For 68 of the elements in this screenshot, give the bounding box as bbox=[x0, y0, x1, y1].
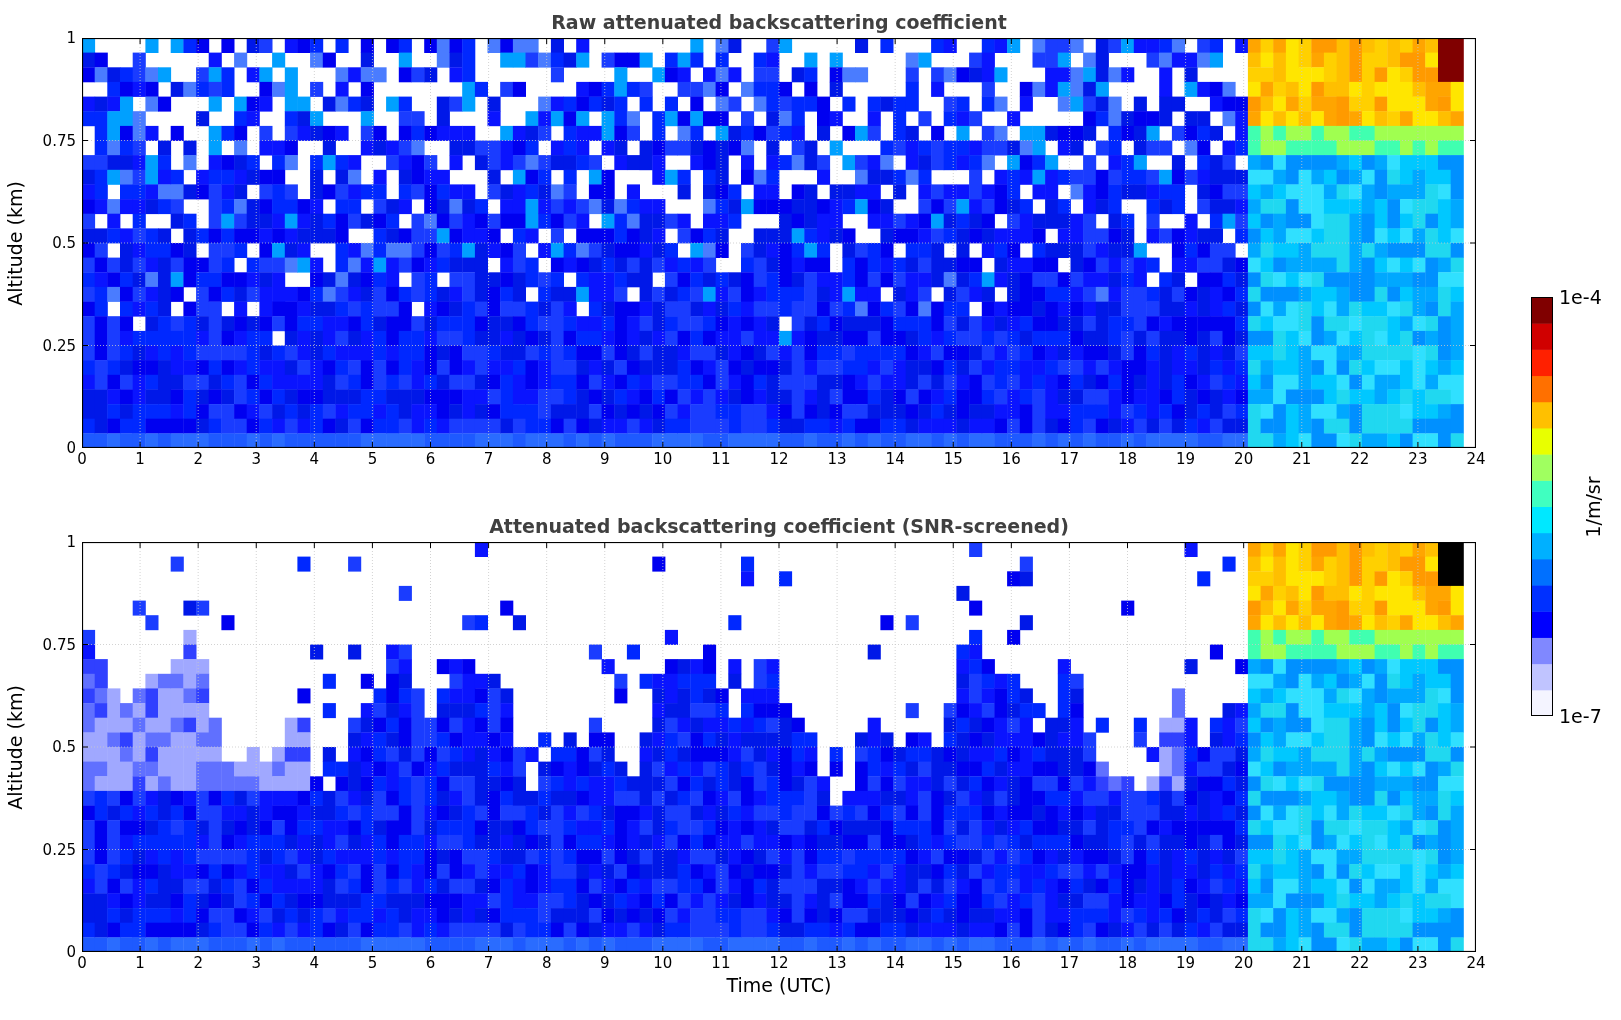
tick-label: 10 bbox=[653, 956, 673, 971]
tick-label: 21 bbox=[1292, 956, 1312, 971]
tick-label: 24 bbox=[1466, 956, 1486, 971]
tick-label: 8 bbox=[541, 452, 552, 467]
tick-label: 8 bbox=[541, 956, 552, 971]
tick-label: 11 bbox=[711, 452, 731, 467]
axis-label: Altitude (km) bbox=[5, 180, 25, 306]
tick-label: 16 bbox=[1001, 452, 1021, 467]
tick-label: 0.5 bbox=[52, 235, 76, 251]
tick-label: 23 bbox=[1408, 956, 1428, 971]
tick-label: 1 bbox=[135, 956, 145, 971]
tick-label: 0.25 bbox=[42, 338, 76, 353]
panel-title: Attenuated backscattering coefficient (SNR-screened) bbox=[488, 517, 1070, 536]
tick-label: 2 bbox=[193, 452, 203, 467]
tick-label: 16 bbox=[1001, 956, 1021, 971]
panel-title: Raw attenuated backscattering coefficient bbox=[550, 13, 1008, 32]
tick-label: 17 bbox=[1059, 452, 1079, 467]
tick-label: 11 bbox=[711, 956, 731, 971]
tick-label: 18 bbox=[1117, 956, 1138, 971]
tick-label: 7 bbox=[483, 452, 494, 467]
tick-label: 4 bbox=[309, 956, 320, 971]
tick-label: 20 bbox=[1234, 956, 1254, 971]
tick-label: 2 bbox=[193, 956, 203, 971]
tick-label: 9 bbox=[600, 956, 610, 971]
tick-label: 0 bbox=[77, 452, 87, 467]
tick-label: 0.25 bbox=[42, 842, 76, 857]
tick-label: 3 bbox=[251, 452, 261, 467]
tick-label: 10 bbox=[653, 452, 673, 467]
tick-label: 6 bbox=[425, 956, 436, 971]
tick-label: 9 bbox=[600, 452, 610, 467]
tick-label: 1 bbox=[66, 30, 76, 46]
tick-label: 23 bbox=[1408, 452, 1428, 467]
tick-label: 14 bbox=[885, 452, 905, 467]
tick-label: 17 bbox=[1059, 956, 1079, 971]
tick-label: 1e-7 bbox=[1559, 706, 1602, 726]
axis-label: 1/m/sr bbox=[1583, 475, 1603, 538]
tick-label: 4 bbox=[309, 452, 320, 467]
tick-label: 0 bbox=[66, 944, 76, 960]
tick-label: 13 bbox=[827, 956, 847, 971]
tick-label: 5 bbox=[367, 956, 378, 971]
tick-label: 12 bbox=[769, 956, 789, 971]
tick-label: 20 bbox=[1234, 452, 1254, 467]
tick-label: 3 bbox=[251, 956, 261, 971]
tick-label: 15 bbox=[943, 956, 963, 971]
tick-label: 0.5 bbox=[52, 739, 76, 755]
tick-label: 22 bbox=[1350, 956, 1370, 971]
tick-label: 1 bbox=[135, 452, 145, 467]
tick-label: 7 bbox=[483, 956, 494, 971]
tick-label: 0.75 bbox=[42, 637, 76, 652]
tick-label: 21 bbox=[1292, 452, 1312, 467]
tick-label: 1e-4 bbox=[1559, 287, 1602, 307]
axis-label: Time (UTC) bbox=[726, 974, 832, 996]
tick-label: 15 bbox=[943, 452, 963, 467]
tick-label: 13 bbox=[827, 452, 847, 467]
axis-label: Altitude (km) bbox=[5, 684, 25, 810]
tick-label: 18 bbox=[1117, 452, 1138, 467]
tick-label: 24 bbox=[1466, 452, 1486, 467]
tick-label: 19 bbox=[1176, 452, 1196, 467]
tick-label: 12 bbox=[769, 452, 789, 467]
tick-label: 14 bbox=[885, 956, 905, 971]
tick-label: 0 bbox=[66, 440, 76, 456]
tick-label: 6 bbox=[425, 452, 436, 467]
tick-label: 1 bbox=[66, 534, 76, 550]
tick-label: 0.75 bbox=[42, 133, 76, 148]
tick-label: 5 bbox=[367, 452, 378, 467]
tick-label: 19 bbox=[1176, 956, 1196, 971]
tick-label: 22 bbox=[1350, 452, 1370, 467]
tick-label: 0 bbox=[77, 956, 87, 971]
